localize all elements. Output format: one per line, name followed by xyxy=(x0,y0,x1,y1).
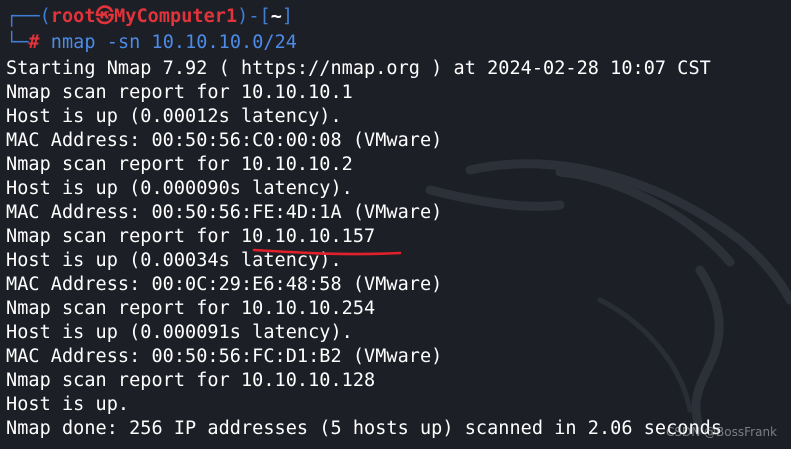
output-line: Nmap scan report for 10.10.10.254 xyxy=(6,298,376,319)
terminal-window[interactable]: ┌──(root㉿MyComputer1)-[~] └─# nmap -sn 1… xyxy=(0,0,791,449)
output-line-highlighted: Nmap scan report for 10.10.10.157 xyxy=(6,226,376,247)
prompt-user-host: root㉿MyComputer1 xyxy=(50,6,238,27)
output-line: Host is up. xyxy=(6,394,130,415)
output-line: Nmap scan report for 10.10.10.2 xyxy=(6,154,353,175)
output-line: Nmap done: 256 IP addresses (5 hosts up)… xyxy=(6,418,723,439)
output-line: MAC Address: 00:0C:29:E6:48:58 (VMware) xyxy=(6,274,443,295)
csdn-watermark: CSDN @BossFrank xyxy=(666,425,777,439)
prompt-line-command: └─# nmap -sn 10.10.10.0/24 xyxy=(6,31,297,55)
prompt-cwd: ~ xyxy=(270,6,282,27)
prompt-box-top: ┌──( xyxy=(6,6,51,27)
prompt-separator: )-[ xyxy=(237,6,271,27)
prompt-hash: # xyxy=(28,32,40,53)
output-line: MAC Address: 00:50:56:FC:D1:B2 (VMware) xyxy=(6,346,443,367)
command-args: -sn 10.10.10.0/24 xyxy=(106,32,297,53)
prompt-close-bracket: ] xyxy=(281,6,294,27)
output-line: MAC Address: 00:50:56:FE:4D:1A (VMware) xyxy=(6,202,443,223)
output-line: Nmap scan report for 10.10.10.128 xyxy=(6,370,376,391)
prompt-line-top: ┌──(root㉿MyComputer1)-[~] xyxy=(6,5,293,29)
output-line: Host is up (0.00012s latency). xyxy=(6,106,342,127)
output-line: Nmap scan report for 10.10.10.1 xyxy=(6,82,353,103)
output-line: Host is up (0.000091s latency). xyxy=(6,322,353,343)
output-line: Host is up (0.000090s latency). xyxy=(6,178,353,199)
output-line: Host is up (0.00034s latency). xyxy=(6,250,342,271)
output-line: MAC Address: 00:50:56:C0:00:08 (VMware) xyxy=(6,130,443,151)
prompt-box-bottom: └─ xyxy=(6,32,29,53)
command-name: nmap xyxy=(50,32,96,53)
output-line: Starting Nmap 7.92 ( https://nmap.org ) … xyxy=(6,58,711,79)
